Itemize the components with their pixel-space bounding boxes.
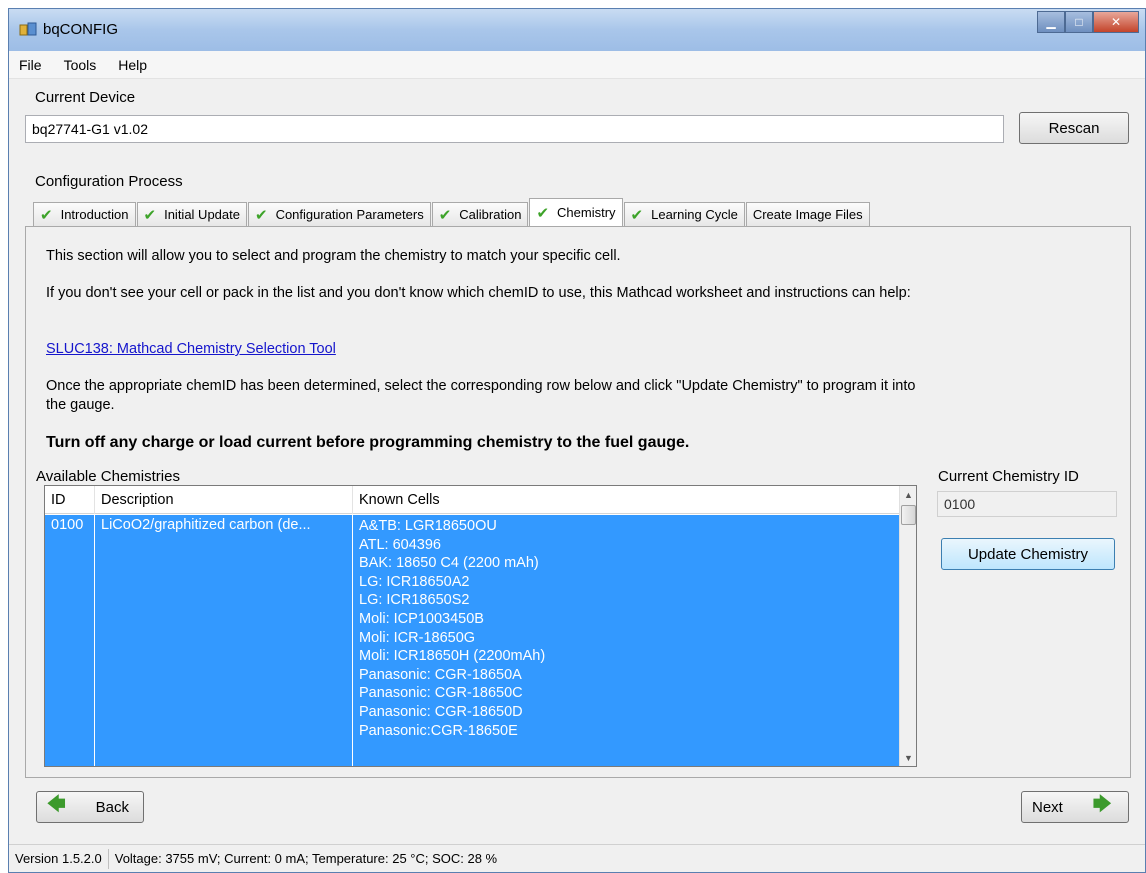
available-chemistries-label: Available Chemistries (36, 468, 180, 485)
scroll-down-icon[interactable]: ▼ (900, 749, 916, 766)
known-cell: Moli: ICP1003450B (359, 610, 484, 627)
title-bar: bqCONFIG ▁ □ ✕ (9, 9, 1145, 51)
tab-introduction[interactable]: ✔ Introduction (33, 202, 136, 226)
tab-learning-cycle[interactable]: ✔ Learning Cycle (623, 202, 745, 226)
mathcad-tool-link[interactable]: SLUC138: Mathcad Chemistry Selection Too… (46, 340, 336, 359)
instructions-text: Once the appropriate chemID has been det… (46, 378, 916, 413)
intro-text: This section will allow you to select an… (46, 248, 621, 264)
scroll-up-icon[interactable]: ▲ (900, 486, 916, 503)
known-cells-list: A&TB: LGR18650OU ATL: 604396 BAK: 18650 … (359, 517, 900, 740)
scroll-thumb[interactable] (901, 505, 916, 525)
vertical-scrollbar[interactable]: ▲ ▼ (899, 486, 916, 766)
cell-id: 0100 (45, 515, 95, 766)
known-cell: LG: ICR18650S2 (359, 592, 470, 609)
known-cell: Moli: ICR-18650G (359, 629, 476, 646)
chemistry-list[interactable]: ID Description Known Cells 0100 LiCoO2/g… (44, 485, 917, 767)
arrow-left-icon: 🡄 (47, 794, 66, 814)
update-chemistry-button[interactable]: Update Chemistry (941, 538, 1115, 570)
table-row[interactable]: 0100 LiCoO2/graphitized carbon (de... A&… (45, 515, 900, 766)
tab-configuration-parameters[interactable]: ✔ Configuration Parameters (247, 202, 431, 226)
checkmark-icon: ✔ (630, 206, 644, 224)
current-chemistry-id-field: 0100 (937, 491, 1117, 517)
window-controls: ▁ □ ✕ (1037, 11, 1139, 33)
known-cell: Panasonic:CGR-18650E (359, 722, 518, 739)
checkmark-icon: ✔ (143, 206, 157, 224)
column-header-description[interactable]: Description (95, 486, 353, 514)
warning-text: Turn off any charge or load current befo… (46, 434, 690, 451)
known-cell: Panasonic: CGR-18650A (359, 666, 522, 683)
checkmark-icon: ✔ (438, 206, 452, 224)
checkmark-icon: ✔ (254, 206, 268, 224)
rescan-button[interactable]: Rescan (1019, 112, 1129, 144)
known-cell: Panasonic: CGR-18650D (359, 703, 523, 720)
close-icon: ✕ (1110, 15, 1122, 29)
known-cell: Moli: ICR18650H (2200mAh) (359, 648, 546, 665)
list-header: ID Description Known Cells (45, 486, 900, 514)
minimize-button[interactable]: ▁ (1037, 11, 1065, 33)
status-readings: Voltage: 3755 mV; Current: 0 mA; Tempera… (114, 850, 498, 866)
menu-help[interactable]: Help (118, 57, 147, 73)
window-title: bqCONFIG (43, 21, 119, 38)
status-bar: Version 1.5.2.0 Voltage: 3755 mV; Curren… (9, 844, 1145, 872)
app-window: bqCONFIG ▁ □ ✕ File Tools Help Current D… (8, 8, 1146, 873)
tab-chemistry[interactable]: ✔ Chemistry (529, 198, 623, 226)
app-icon (19, 22, 37, 36)
tab-calibration[interactable]: ✔ Calibration (431, 202, 529, 226)
known-cell: A&TB: LGR18650OU (359, 518, 497, 534)
close-button[interactable]: ✕ (1093, 11, 1139, 33)
column-header-known-cells[interactable]: Known Cells (353, 486, 900, 514)
current-device-label: Current Device (35, 89, 136, 106)
known-cell: ATL: 604396 (359, 536, 441, 553)
maximize-button[interactable]: □ (1065, 11, 1093, 33)
config-tabs: ✔ Introduction ✔ Initial Update ✔ Configura… (33, 198, 871, 226)
cell-known-cells: A&TB: LGR18650OU ATL: 604396 BAK: 18650 … (353, 515, 900, 766)
checkmark-icon: ✔ (40, 206, 53, 224)
next-button[interactable]: Next 🡆 (1021, 791, 1129, 823)
current-device-field[interactable]: bq27741-G1 v1.02 (25, 115, 1004, 143)
arrow-right-icon: 🡆 (1092, 794, 1112, 814)
version-text: Version 1.5.2.0 (9, 848, 109, 869)
checkmark-icon: ✔ (536, 204, 550, 222)
back-button[interactable]: 🡄 Back (36, 791, 144, 823)
known-cell: LG: ICR18650A2 (359, 573, 470, 590)
maximize-icon: □ (1075, 15, 1083, 29)
column-header-id[interactable]: ID (45, 486, 95, 514)
cell-description: LiCoO2/graphitized carbon (de... (95, 515, 353, 766)
menu-file[interactable]: File (19, 57, 42, 73)
menu-bar: File Tools Help (9, 51, 1145, 79)
tab-create-image-files[interactable]: Create Image Files (745, 202, 870, 226)
current-chemistry-id-label: Current Chemistry ID (938, 468, 1079, 485)
known-cell: Panasonic: CGR-18650C (359, 685, 523, 702)
tab-initial-update[interactable]: ✔ Initial Update (136, 202, 247, 226)
menu-tools[interactable]: Tools (64, 57, 97, 73)
help-text: If you don't see your cell or pack in th… (46, 285, 911, 301)
known-cell: BAK: 18650 C4 (2200 mAh) (359, 555, 539, 572)
minimize-icon: ▁ (1046, 15, 1056, 29)
config-process-label: Configuration Process (35, 173, 183, 190)
